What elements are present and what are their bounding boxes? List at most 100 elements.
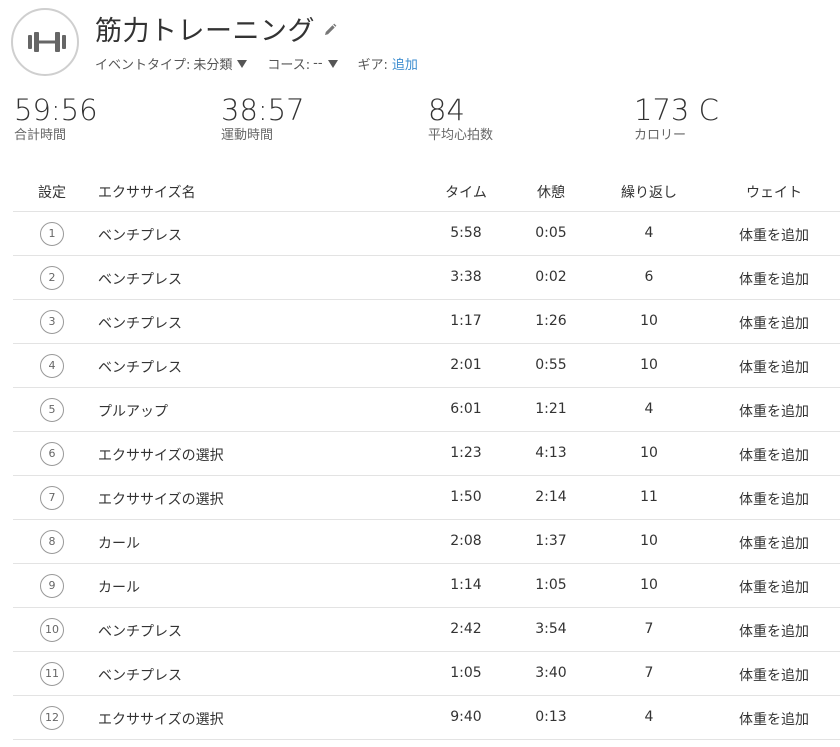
header-time: タイム bbox=[445, 185, 487, 201]
stat-label: 運動時間 bbox=[221, 128, 274, 143]
dumbbell-icon bbox=[11, 8, 79, 76]
sets-table: 設定 エクササイズ名 タイム 休憩 繰り返し ウェイト 1 ベンチプレス 5:58 0… bbox=[13, 170, 840, 740]
title-row: 筋力トレーニング bbox=[95, 9, 337, 48]
set-rest: 1:37 bbox=[535, 533, 567, 549]
pencil-icon[interactable] bbox=[323, 22, 337, 36]
set-number-badge: 7 bbox=[40, 486, 64, 510]
exercise-name[interactable]: ベンチプレス bbox=[98, 225, 182, 245]
set-time: 5:58 bbox=[450, 225, 482, 241]
exercise-name[interactable]: エクササイズの選択 bbox=[98, 709, 224, 729]
add-weight-link[interactable]: 体重を追加 bbox=[739, 621, 809, 641]
set-number-badge: 5 bbox=[40, 398, 64, 422]
activity-meta: イベントタイプ: 未分類 コース: -- ギア: 追加 bbox=[95, 54, 438, 73]
exercise-name[interactable]: ベンチプレス bbox=[98, 313, 182, 333]
exercise-name[interactable]: ベンチプレス bbox=[98, 269, 182, 289]
set-rest: 1:26 bbox=[535, 313, 567, 329]
table-row: 3 ベンチプレス 1:17 1:26 10 体重を追加 bbox=[13, 300, 840, 344]
set-number-badge: 3 bbox=[40, 310, 64, 334]
exercise-name[interactable]: カール bbox=[98, 577, 140, 597]
add-weight-link[interactable]: 体重を追加 bbox=[739, 269, 809, 289]
event-type-value: 未分類 bbox=[193, 58, 233, 73]
stat-value: 84 bbox=[428, 93, 465, 127]
set-reps: 10 bbox=[640, 445, 658, 461]
table-body: 1 ベンチプレス 5:58 0:05 4 体重を追加 2 ベンチプレス 3:38 0:02 6 体重を… bbox=[13, 212, 840, 740]
table-header: 設定 エクササイズ名 タイム 休憩 繰り返し ウェイト bbox=[13, 170, 840, 212]
header-reps: 繰り返し bbox=[621, 185, 677, 201]
add-weight-link[interactable]: 体重を追加 bbox=[739, 577, 809, 597]
set-time: 1:50 bbox=[450, 489, 482, 505]
add-weight-link[interactable]: 体重を追加 bbox=[739, 665, 809, 685]
set-rest: 1:21 bbox=[535, 401, 567, 417]
exercise-name[interactable]: カール bbox=[98, 533, 140, 553]
course-selector[interactable]: コース: -- bbox=[267, 54, 338, 73]
set-rest: 0:55 bbox=[535, 357, 567, 373]
activity-title[interactable]: 筋力トレーニング bbox=[95, 9, 315, 48]
set-number-badge: 2 bbox=[40, 266, 64, 290]
add-weight-link[interactable]: 体重を追加 bbox=[739, 489, 809, 509]
exercise-name[interactable]: エクササイズの選択 bbox=[98, 445, 224, 465]
caret-down-icon[interactable] bbox=[237, 60, 248, 68]
set-number-badge: 8 bbox=[40, 530, 64, 554]
set-reps: 7 bbox=[644, 621, 654, 637]
set-reps: 10 bbox=[640, 577, 658, 593]
add-weight-link[interactable]: 体重を追加 bbox=[739, 533, 809, 553]
table-row: 7 エクササイズの選択 1:50 2:14 11 体重を追加 bbox=[13, 476, 840, 520]
set-reps: 10 bbox=[640, 313, 658, 329]
set-time: 2:01 bbox=[450, 357, 482, 373]
set-number-badge: 6 bbox=[40, 442, 64, 466]
add-weight-link[interactable]: 体重を追加 bbox=[739, 401, 809, 421]
set-reps: 4 bbox=[644, 401, 654, 417]
set-number-badge: 12 bbox=[40, 706, 64, 730]
set-time: 3:38 bbox=[450, 269, 482, 285]
stat-label: 合計時間 bbox=[14, 128, 67, 143]
stat-label: カロリー bbox=[634, 128, 687, 143]
set-time: 1:14 bbox=[450, 577, 482, 593]
set-number-badge: 4 bbox=[40, 354, 64, 378]
set-reps: 11 bbox=[640, 489, 658, 505]
add-weight-link[interactable]: 体重を追加 bbox=[739, 313, 809, 333]
set-rest: 0:05 bbox=[535, 225, 567, 241]
table-row: 4 ベンチプレス 2:01 0:55 10 体重を追加 bbox=[13, 344, 840, 388]
header-weight: ウェイト bbox=[746, 185, 802, 201]
set-reps: 6 bbox=[644, 269, 654, 285]
set-reps: 4 bbox=[644, 709, 654, 725]
add-weight-link[interactable]: 体重を追加 bbox=[739, 709, 809, 729]
table-row: 12 エクササイズの選択 9:40 0:13 4 体重を追加 bbox=[13, 696, 840, 740]
gear-add-link[interactable]: 追加 bbox=[392, 54, 418, 73]
exercise-name[interactable]: プルアップ bbox=[98, 401, 168, 421]
set-number-badge: 10 bbox=[40, 618, 64, 642]
table-row: 6 エクササイズの選択 1:23 4:13 10 体重を追加 bbox=[13, 432, 840, 476]
set-reps: 10 bbox=[640, 357, 658, 373]
set-rest: 3:40 bbox=[535, 665, 567, 681]
stat-active-time: 38:57 運動時間 bbox=[221, 92, 305, 144]
event-type-selector[interactable]: イベントタイプ: 未分類 bbox=[95, 54, 248, 73]
course-label: コース: bbox=[267, 58, 311, 73]
exercise-name[interactable]: エクササイズの選択 bbox=[98, 489, 224, 509]
set-time: 6:01 bbox=[450, 401, 482, 417]
add-weight-link[interactable]: 体重を追加 bbox=[739, 445, 809, 465]
caret-down-icon[interactable] bbox=[327, 60, 338, 68]
set-time: 1:23 bbox=[450, 445, 482, 461]
set-rest: 3:54 bbox=[535, 621, 567, 637]
add-weight-link[interactable]: 体重を追加 bbox=[739, 357, 809, 377]
add-weight-link[interactable]: 体重を追加 bbox=[739, 225, 809, 245]
exercise-name[interactable]: ベンチプレス bbox=[98, 665, 182, 685]
header-set: 設定 bbox=[38, 185, 66, 201]
exercise-name[interactable]: ベンチプレス bbox=[98, 357, 182, 377]
stat-value: 59:56 bbox=[14, 93, 98, 127]
set-rest: 2:14 bbox=[535, 489, 567, 505]
set-time: 2:42 bbox=[450, 621, 482, 637]
set-number-badge: 9 bbox=[40, 574, 64, 598]
table-row: 11 ベンチプレス 1:05 3:40 7 体重を追加 bbox=[13, 652, 840, 696]
stat-value: 38:57 bbox=[221, 93, 305, 127]
table-row: 10 ベンチプレス 2:42 3:54 7 体重を追加 bbox=[13, 608, 840, 652]
stat-label: 平均心拍数 bbox=[428, 128, 494, 143]
header-rest: 休憩 bbox=[537, 185, 565, 201]
set-reps: 7 bbox=[644, 665, 654, 681]
set-rest: 0:02 bbox=[535, 269, 567, 285]
set-reps: 10 bbox=[640, 533, 658, 549]
set-time: 2:08 bbox=[450, 533, 482, 549]
exercise-name[interactable]: ベンチプレス bbox=[98, 621, 182, 641]
table-row: 2 ベンチプレス 3:38 0:02 6 体重を追加 bbox=[13, 256, 840, 300]
stat-value: 173 C bbox=[634, 93, 719, 127]
